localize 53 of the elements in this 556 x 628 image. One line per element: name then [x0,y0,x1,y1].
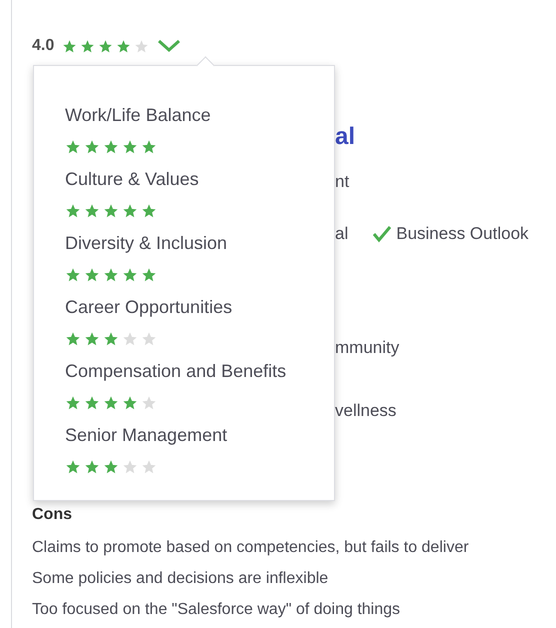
review-text: vellness [335,400,396,422]
review-title[interactable]: al [335,119,356,155]
chevron-down-icon[interactable] [157,37,182,55]
star-icon [84,395,100,411]
star-icon [65,459,81,475]
cons-text: Claims to promote based on competencies, but fails to deliver [32,538,469,558]
rating-category: Career Opportunities [65,296,232,319]
star-icon [65,267,81,283]
star-icon [122,331,138,347]
review-text: mmunity [335,337,400,360]
star-icon [65,331,81,347]
star-icon [141,331,157,347]
review-text: al [335,223,348,246]
star-icon [122,267,138,283]
cons-text: Some policies and decisions are inflexible [32,568,328,588]
star-icon [65,139,81,155]
star-icon [80,38,96,54]
rating-category: Work/Life Balance [65,104,211,126]
star-icon [103,331,119,347]
star-icon [122,139,138,155]
star-icon [134,38,150,54]
star-icon [84,331,100,347]
star-icon [65,395,81,411]
star-icon [141,459,157,475]
star-icon [103,459,119,475]
star-icon [122,459,138,475]
star-icon [141,139,157,155]
rating-category: Compensation and Benefits [65,360,286,383]
star-icon [122,395,138,411]
star-icon [103,267,119,283]
star-icon [141,395,157,411]
star-icon [84,139,100,155]
cons-heading: Cons [32,505,72,525]
rating-category: Diversity & Inclusion [65,232,228,255]
star-icon [62,38,78,54]
star-icon [84,459,100,475]
star-icon [65,203,81,219]
star-icon [103,203,119,219]
business-outlook-label: Business Outlook [396,223,529,246]
star-icon [98,38,114,54]
star-icon [141,203,157,219]
overall-rating: 4.0 [32,36,54,56]
star-icon [141,267,157,283]
rating-category: Culture & Values [65,168,199,190]
rating-category: Senior Management [65,424,228,447]
star-icon [116,38,132,54]
star-icon [84,267,100,283]
review-text: nt [335,171,350,194]
star-icon [103,395,119,411]
star-icon [122,203,138,219]
cons-text: Too focused on the "Salesforce way" of doing things [32,600,400,620]
star-icon [103,139,119,155]
star-icon [84,203,100,219]
